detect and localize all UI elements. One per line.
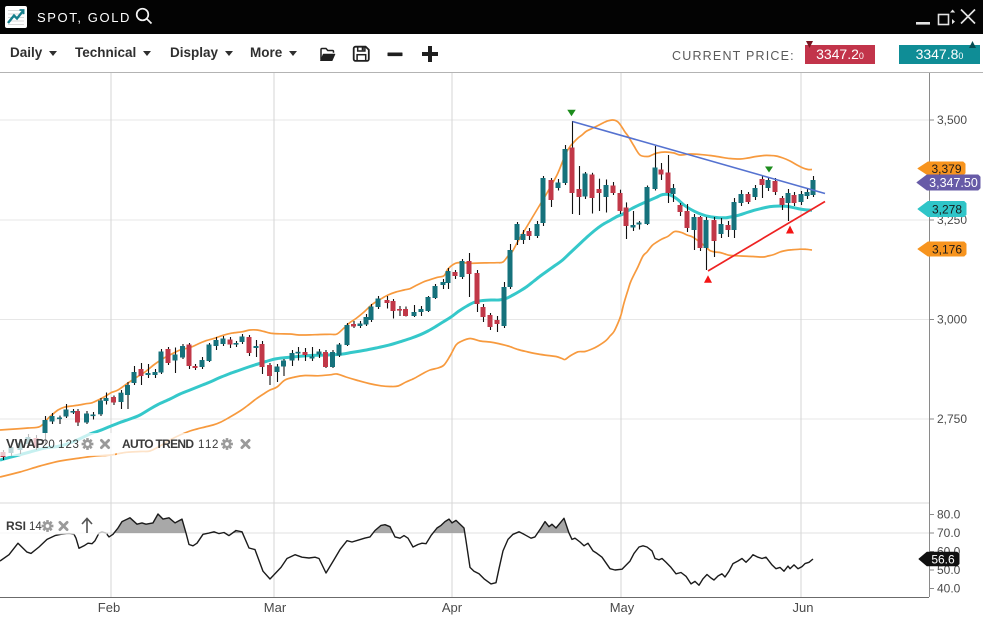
svg-text:VWAP: VWAP — [6, 436, 45, 451]
svg-text:RSI: RSI — [6, 519, 26, 533]
svg-text:70.0: 70.0 — [937, 526, 961, 540]
svg-text:3,000: 3,000 — [937, 313, 967, 327]
svg-text:14: 14 — [29, 521, 42, 533]
svg-text:1: 1 — [58, 439, 64, 451]
svg-text:1: 1 — [198, 439, 204, 451]
svg-text:2: 2 — [66, 439, 72, 451]
svg-text:3,347.50: 3,347.50 — [929, 176, 978, 190]
svg-text:3,500: 3,500 — [937, 113, 967, 127]
svg-text:3,278: 3,278 — [932, 202, 962, 216]
svg-text:Mar: Mar — [264, 600, 287, 615]
svg-text:1: 1 — [205, 439, 211, 451]
svg-text:40.0: 40.0 — [937, 582, 961, 596]
svg-text:2: 2 — [212, 439, 218, 451]
svg-text:3,379: 3,379 — [931, 162, 961, 176]
svg-text:Feb: Feb — [98, 600, 120, 615]
svg-text:80.0: 80.0 — [937, 508, 961, 522]
svg-text:2,750: 2,750 — [937, 412, 967, 426]
svg-text:Apr: Apr — [442, 600, 463, 615]
svg-text:AUTO TREND: AUTO TREND — [122, 437, 194, 451]
svg-text:3: 3 — [73, 439, 79, 451]
svg-text:May: May — [610, 600, 635, 615]
svg-text:Jun: Jun — [793, 600, 814, 615]
svg-text:56.6: 56.6 — [931, 552, 955, 566]
svg-text:20: 20 — [42, 439, 55, 451]
svg-text:3,176: 3,176 — [932, 242, 962, 256]
